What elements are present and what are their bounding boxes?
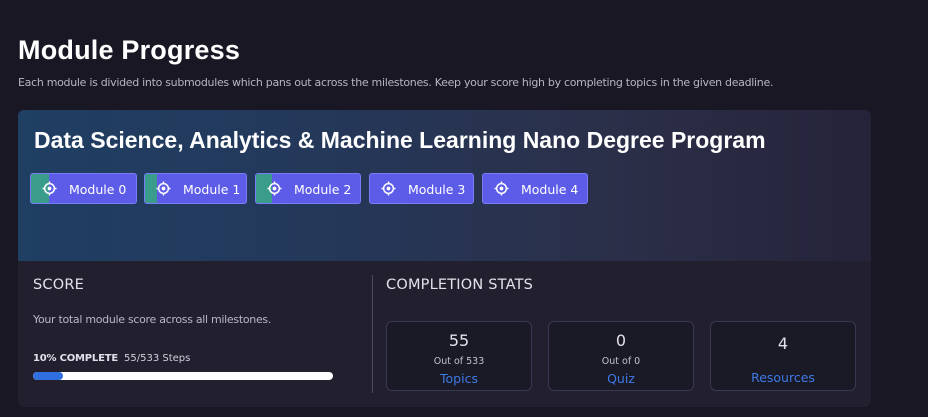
stat-value: 0 bbox=[615, 331, 627, 350]
module-chip-4[interactable]: Module 4 bbox=[482, 173, 588, 204]
section-divider bbox=[372, 275, 373, 393]
module-chip-3[interactable]: Module 3 bbox=[369, 173, 474, 204]
module-chip-0[interactable]: Module 0 bbox=[30, 173, 137, 204]
score-heading: SCORE bbox=[33, 277, 84, 293]
target-icon bbox=[267, 181, 282, 196]
resources-link[interactable]: Resources bbox=[711, 370, 855, 385]
quiz-link[interactable]: Quiz bbox=[549, 371, 693, 386]
topics-link[interactable]: Topics bbox=[387, 371, 531, 386]
score-progress-fill bbox=[33, 372, 63, 380]
program-card: Data Science, Analytics & Machine Learni… bbox=[18, 110, 871, 407]
stat-card-topics: 55 Out of 533 Topics bbox=[386, 321, 532, 391]
completion-stats-section: COMPLETION STATS 55 Out of 533 Topics 0 … bbox=[386, 277, 856, 391]
page-subtitle: Each module is divided into submodules w… bbox=[18, 76, 774, 89]
module-label: Module 3 bbox=[408, 182, 466, 197]
target-icon bbox=[42, 181, 57, 196]
module-chip-1[interactable]: Module 1 bbox=[144, 173, 247, 204]
target-icon bbox=[381, 181, 396, 196]
completion-stats-heading: COMPLETION STATS bbox=[386, 277, 534, 293]
module-label: Module 4 bbox=[521, 182, 579, 197]
steps-label: 55/533 Steps bbox=[124, 353, 191, 364]
score-progress-bar bbox=[33, 372, 333, 380]
stat-card-resources: 4 Resources bbox=[710, 321, 856, 391]
stat-subtext: Out of 533 bbox=[433, 356, 485, 367]
score-description: Your total module score across all miles… bbox=[33, 313, 272, 326]
stat-subtext: Out of 0 bbox=[601, 356, 641, 367]
module-label: Module 1 bbox=[183, 182, 241, 197]
module-label: Module 0 bbox=[69, 182, 127, 197]
program-title: Data Science, Analytics & Machine Learni… bbox=[34, 127, 766, 153]
page-title: Module Progress bbox=[18, 35, 241, 65]
progress-text: 10% COMPLETE 55/533 Steps bbox=[33, 353, 190, 364]
score-section: SCORE Your total module score across all… bbox=[33, 277, 353, 380]
stat-card-quiz: 0 Out of 0 Quiz bbox=[548, 321, 694, 391]
target-icon bbox=[156, 181, 171, 196]
percent-complete-label: 10% COMPLETE bbox=[33, 353, 118, 364]
program-hero: Data Science, Analytics & Machine Learni… bbox=[18, 110, 871, 261]
target-icon bbox=[494, 181, 509, 196]
stat-value: 55 bbox=[448, 331, 470, 350]
module-label: Module 2 bbox=[294, 182, 352, 197]
module-chip-2[interactable]: Module 2 bbox=[255, 173, 361, 204]
stat-value: 4 bbox=[777, 334, 789, 353]
